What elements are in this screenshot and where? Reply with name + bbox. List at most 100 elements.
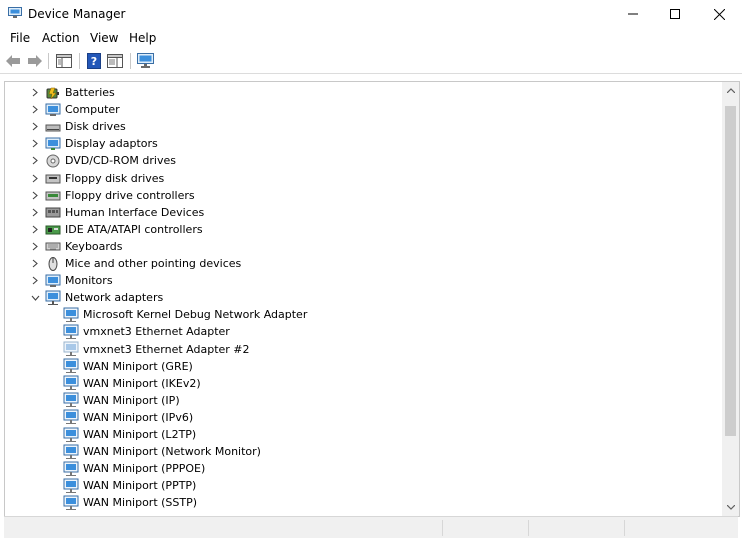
help-icon[interactable]: ? [85, 52, 103, 70]
tree-category-human-interface-devices[interactable]: Human Interface Devices [29, 204, 204, 221]
device-manager-app-icon [8, 7, 22, 19]
chevron-right-icon[interactable] [29, 272, 41, 289]
tree-category-display-adaptors[interactable]: Display adaptors [29, 135, 158, 152]
disk-drive-icon [45, 119, 61, 135]
network-adapter-icon [63, 324, 79, 340]
tree-device-item[interactable]: WAN Miniport (Network Monitor) [63, 443, 261, 460]
network-adapter-icon [63, 478, 79, 494]
close-button[interactable] [696, 0, 742, 28]
network-adapter-icon [63, 409, 79, 425]
tree-device-item[interactable]: WAN Miniport (IPv6) [63, 409, 193, 426]
tree-device-item[interactable]: vmxnet3 Ethernet Adapter #2 [63, 341, 250, 358]
battery-icon [45, 85, 61, 101]
chevron-down-icon[interactable] [29, 289, 41, 306]
tree-device-item[interactable]: WAN Miniport (L2TP) [63, 426, 196, 443]
tree-item-label: WAN Miniport (IKEv2) [83, 376, 201, 390]
floppy-disk-icon [45, 170, 61, 186]
scrollbar-thumb[interactable] [725, 106, 736, 436]
chevron-right-icon[interactable] [29, 221, 41, 238]
tree-category-dvd-cd-rom-drives[interactable]: DVD/CD-ROM drives [29, 152, 176, 169]
tree-item-label: IDE ATA/ATAPI controllers [65, 222, 203, 236]
tree-item-label: WAN Miniport (PPTP) [83, 479, 197, 493]
tree-item-label: Keyboards [65, 239, 123, 253]
tree-device-item[interactable]: WAN Miniport (IP) [63, 392, 180, 409]
chevron-right-icon[interactable] [29, 135, 41, 152]
tree-device-item[interactable]: WAN Miniport (GRE) [63, 358, 193, 375]
keyboard-icon [45, 238, 61, 254]
menu-file[interactable]: File [10, 31, 30, 45]
tree-device-item[interactable]: vmxnet3 Ethernet Adapter [63, 323, 230, 340]
tree-category-disk-drives[interactable]: Disk drives [29, 118, 126, 135]
scroll-down-arrow-icon[interactable] [722, 499, 739, 516]
tree-category-floppy-drive-controllers[interactable]: Floppy drive controllers [29, 187, 195, 204]
tree-item-label: WAN Miniport (SSTP) [83, 496, 198, 510]
network-adapter-icon [63, 495, 79, 511]
tree-device-item[interactable]: WAN Miniport (PPPOE) [63, 460, 205, 477]
mouse-icon [45, 256, 61, 272]
menu-help[interactable]: Help [129, 31, 156, 45]
chevron-right-icon[interactable] [29, 255, 41, 272]
scan-hardware-icon[interactable] [136, 52, 154, 70]
chevron-right-icon[interactable] [29, 84, 41, 101]
forward-arrow-icon[interactable] [26, 52, 44, 70]
tree-category-network-adapters[interactable]: Network adapters [29, 289, 163, 306]
window-title: Device Manager [28, 7, 126, 21]
maximize-button[interactable] [652, 0, 698, 28]
toolbar-separator [79, 53, 80, 69]
status-separator [528, 520, 529, 536]
tree-item-label: WAN Miniport (IPv6) [83, 410, 194, 424]
tree-device-item[interactable]: WAN Miniport (PPTP) [63, 477, 196, 494]
vertical-scrollbar[interactable] [722, 82, 739, 516]
tree-item-label: Floppy drive controllers [65, 188, 195, 202]
tree-category-keyboards[interactable]: Keyboards [29, 238, 122, 255]
tree-category-monitors[interactable]: Monitors [29, 272, 113, 289]
network-adapter-icon [63, 392, 79, 408]
network-adapter-icon [63, 358, 79, 374]
tree-category-mice-and-other-pointing-devices[interactable]: Mice and other pointing devices [29, 255, 241, 272]
properties-icon[interactable] [106, 52, 124, 70]
chevron-right-icon[interactable] [29, 170, 41, 187]
network-adapter-disabled-icon [63, 341, 79, 357]
status-separator [624, 520, 625, 536]
title-bar: Device Manager [0, 0, 742, 28]
chevron-right-icon[interactable] [29, 118, 41, 135]
chevron-right-icon[interactable] [29, 187, 41, 204]
show-hide-console-tree-icon[interactable] [55, 52, 73, 70]
svg-text:?: ? [91, 55, 97, 68]
tree-device-item[interactable]: WAN Miniport (SSTP) [63, 494, 197, 511]
tree-item-label: WAN Miniport (PPPOE) [83, 462, 206, 476]
device-tree-pane[interactable]: Batteries Computer Disk drives Display adap… [4, 81, 740, 517]
tree-category-batteries[interactable]: Batteries [29, 84, 115, 101]
computer-icon [45, 102, 61, 118]
minimize-button[interactable] [610, 0, 656, 28]
tree-item-label: Microsoft Kernel Debug Network Adapter [83, 308, 308, 322]
chevron-right-icon[interactable] [29, 238, 41, 255]
hid-icon [45, 204, 61, 220]
tree-item-label: WAN Miniport (IP) [83, 393, 180, 407]
scroll-up-arrow-icon[interactable] [722, 82, 739, 99]
network-adapter-icon [63, 375, 79, 391]
back-arrow-icon[interactable] [4, 52, 22, 70]
tree-item-label: Mice and other pointing devices [65, 257, 242, 270]
display-adapter-icon [45, 136, 61, 152]
tree-device-item[interactable]: WAN Miniport (IKEv2) [63, 375, 201, 392]
toolbar-separator [130, 53, 131, 69]
chevron-right-icon[interactable] [29, 101, 41, 118]
tree-item-label: vmxnet3 Ethernet Adapter #2 [83, 342, 250, 356]
tree-item-label: Computer [65, 103, 120, 117]
tree-item-label: vmxnet3 Ethernet Adapter [83, 325, 230, 339]
tree-device-item[interactable]: Microsoft Kernel Debug Network Adapter [63, 306, 307, 323]
tree-category-ide-ata-atapi-controllers[interactable]: IDE ATA/ATAPI controllers [29, 221, 203, 238]
tree-category-floppy-disk-drives[interactable]: Floppy disk drives [29, 170, 164, 187]
network-adapter-icon [63, 427, 79, 443]
network-adapter-icon [63, 307, 79, 323]
tree-item-label: Network adapters [65, 291, 164, 305]
tree-item-label: Display adaptors [65, 137, 158, 151]
menu-view[interactable]: View [90, 31, 118, 45]
menu-action[interactable]: Action [42, 31, 80, 45]
chevron-right-icon[interactable] [29, 152, 41, 169]
tree-category-computer[interactable]: Computer [29, 101, 120, 118]
ide-controller-icon [45, 221, 61, 237]
floppy-controller-icon [45, 187, 61, 203]
chevron-right-icon[interactable] [29, 204, 41, 221]
